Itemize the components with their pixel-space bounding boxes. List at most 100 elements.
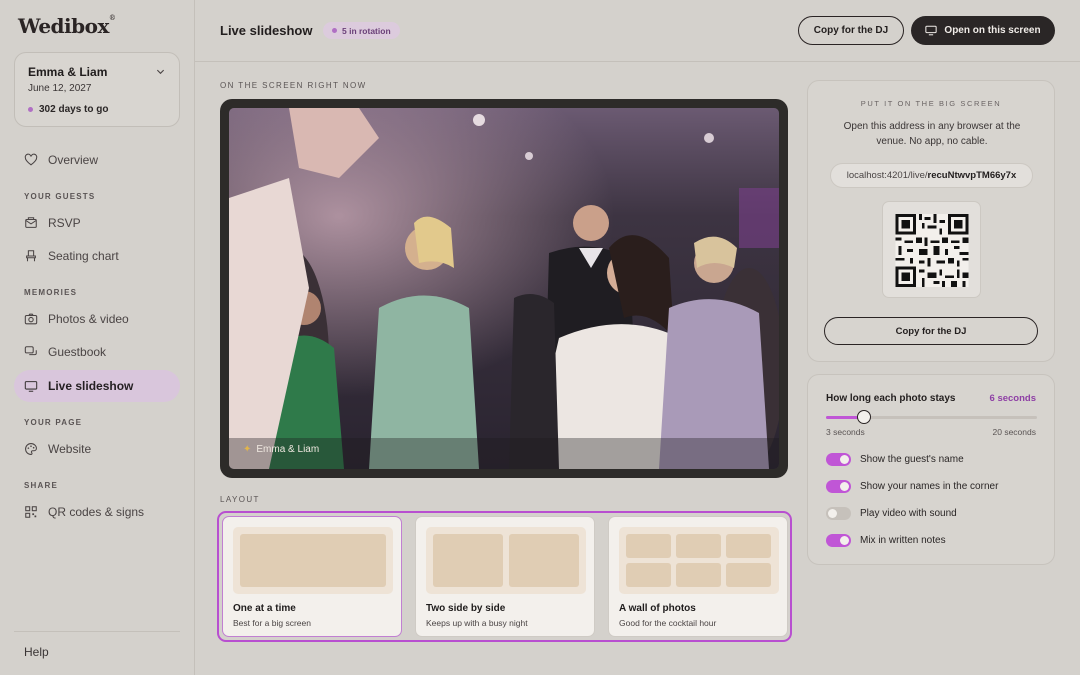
layout-option-one-at-a-time[interactable]: One at a time Best for a big screen: [222, 516, 402, 637]
slider-min-label: 3 seconds: [826, 427, 865, 437]
section-your-guests: YOUR GUESTS: [24, 192, 96, 201]
toggle-row-names-corner[interactable]: Show your names in the corner: [826, 480, 998, 493]
layout-picker: One at a time Best for a big screen Two …: [217, 511, 792, 642]
big-screen-panel: PUT IT ON THE BIG SCREEN Open this addre…: [807, 80, 1055, 362]
layout-subtitle: Keeps up with a busy night: [426, 618, 528, 628]
sidebar-item-rsvp[interactable]: RSVP: [14, 207, 180, 239]
preview-block: [726, 534, 771, 558]
toggle-label: Show your names in the corner: [860, 481, 999, 492]
sidebar-item-qr-codes-signs[interactable]: QR codes & signs: [14, 496, 180, 528]
rotation-dot-icon: [332, 28, 337, 33]
party-photo-image: [229, 108, 779, 469]
preview-block: [509, 534, 579, 587]
photo-duration-label: How long each photo stays: [826, 393, 956, 404]
chat-bubbles-icon: [24, 346, 37, 356]
sidebar-item-website[interactable]: Website: [14, 433, 180, 465]
wedding-date: June 12, 2027: [28, 83, 92, 94]
mix-written-notes-toggle[interactable]: [826, 534, 851, 547]
show-guest-name-toggle[interactable]: [826, 453, 851, 466]
chevron-down-icon: [156, 69, 165, 75]
preview-block: [240, 534, 386, 587]
open-on-this-screen-label: Open on this screen: [944, 25, 1041, 36]
toggle-row-written-notes[interactable]: Mix in written notes: [826, 534, 946, 547]
envelope-icon: [25, 217, 37, 228]
layout-title: A wall of photos: [619, 603, 696, 614]
copy-for-dj-button-secondary[interactable]: Copy for the DJ: [824, 317, 1038, 345]
show-names-corner-toggle[interactable]: [826, 480, 851, 493]
preview-block: [676, 563, 721, 587]
toggle-label: Show the guest's name: [860, 454, 964, 465]
live-screen-preview: ✦ Emma & Liam: [220, 99, 788, 478]
section-your-page: YOUR PAGE: [24, 418, 83, 427]
current-slide-photo: ✦ Emma & Liam: [229, 108, 779, 469]
qr-code-icon: [25, 506, 37, 518]
layout-option-two-side-by-side[interactable]: Two side by side Keeps up with a busy ni…: [415, 516, 595, 637]
open-on-this-screen-button[interactable]: Open on this screen: [911, 16, 1055, 45]
countdown: 302 days to go: [28, 104, 108, 115]
sidebar-item-live-slideshow[interactable]: Live slideshow: [14, 370, 180, 402]
chair-icon: [26, 250, 36, 262]
toggle-label: Play video with sound: [860, 508, 957, 519]
qr-code-image: [895, 214, 969, 287]
rotation-badge: 5 in rotation: [323, 22, 400, 39]
toggle-row-video-sound[interactable]: Play video with sound: [826, 507, 957, 520]
sidebar-item-label: Website: [48, 442, 92, 456]
layout-subtitle: Best for a big screen: [233, 618, 311, 628]
couple-switcher[interactable]: Emma & Liam June 12, 2027 302 days to go: [14, 52, 180, 127]
monitor-icon: [925, 25, 938, 36]
layout-title: Two side by side: [426, 603, 506, 614]
section-memories: MEMORIES: [24, 288, 78, 297]
layout-subtitle: Good for the cocktail hour: [619, 618, 717, 628]
slideshow-settings-panel: How long each photo stays 6 seconds 3 se…: [807, 374, 1055, 565]
toggle-label: Mix in written notes: [860, 535, 946, 546]
slider-handle[interactable]: [856, 410, 871, 424]
sidebar-item-label: Photos & video: [48, 312, 129, 326]
preview-block: [626, 534, 671, 558]
monitor-icon: [24, 381, 38, 392]
layout-title: One at a time: [233, 603, 296, 614]
preview-block: [676, 534, 721, 558]
sidebar-item-label: Guestbook: [48, 345, 107, 359]
top-header: Live slideshow 5 in rotation Copy for th…: [195, 0, 1080, 62]
couple-names: Emma & Liam: [28, 65, 108, 79]
layout-option-wall-of-photos[interactable]: A wall of photos Good for the cocktail h…: [608, 516, 788, 637]
slider-max-label: 20 seconds: [992, 427, 1036, 437]
copy-for-dj-button[interactable]: Copy for the DJ: [798, 16, 904, 45]
sidebar-item-overview[interactable]: Overview: [14, 144, 180, 176]
play-video-sound-toggle[interactable]: [826, 507, 851, 520]
url-prefix: localhost:4201/live/: [846, 170, 928, 181]
layout-preview-grid: [619, 527, 779, 594]
sidebar-item-label: RSVP: [48, 216, 81, 230]
photo-duration-value: 6 seconds: [989, 393, 1036, 404]
preview-block: [626, 563, 671, 587]
sidebar: Wedibox® Emma & Liam June 12, 2027 302 d…: [0, 0, 195, 675]
toggle-row-guest-name[interactable]: Show the guest's name: [826, 453, 964, 466]
layout-preview-single: [233, 527, 393, 594]
section-share: SHARE: [24, 481, 59, 490]
wedibox-logo[interactable]: Wedibox®: [18, 14, 116, 38]
preview-block: [726, 563, 771, 587]
url-code: recuNtwvpTM66y7x: [927, 170, 1017, 181]
sidebar-item-label: Seating chart: [48, 249, 119, 263]
sidebar-item-guestbook[interactable]: Guestbook: [14, 336, 180, 368]
heart-icon: [24, 153, 38, 166]
layout-section-label: LAYOUT: [220, 495, 260, 504]
sparkle-icon: ✦: [243, 444, 252, 455]
camera-icon: [24, 313, 38, 325]
big-screen-label: PUT IT ON THE BIG SCREEN: [860, 99, 1002, 108]
help-link[interactable]: Help: [24, 645, 49, 659]
sidebar-item-seating-chart[interactable]: Seating chart: [14, 240, 180, 272]
live-url-field[interactable]: localhost:4201/live/recuNtwvpTM66y7x: [830, 163, 1033, 188]
photo-caption: ✦ Emma & Liam: [243, 444, 320, 455]
countdown-dot-icon: [28, 107, 33, 112]
preview-block: [433, 534, 503, 587]
now-on-screen-label: ON THE SCREEN RIGHT NOW: [220, 81, 367, 90]
palette-icon: [25, 443, 37, 455]
layout-preview-double: [426, 527, 586, 594]
page-title: Live slideshow: [220, 23, 313, 38]
photo-duration-slider[interactable]: [826, 410, 1037, 424]
big-screen-description: Open this address in any browser at the …: [843, 121, 1021, 147]
sidebar-item-label: QR codes & signs: [48, 505, 145, 519]
sidebar-item-photos-video[interactable]: Photos & video: [14, 303, 180, 335]
qr-code: [882, 201, 981, 298]
